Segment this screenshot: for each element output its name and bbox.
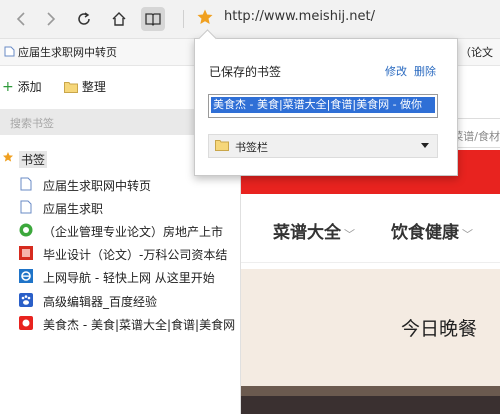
- site-nav-item[interactable]: 饮食健康 ﹀: [391, 218, 473, 243]
- bookmark-label: 应届生求职: [43, 202, 104, 216]
- bookmark-page-icon: [19, 177, 33, 191]
- favorite-star-icon[interactable]: [196, 8, 214, 26]
- reading-view-icon[interactable]: [141, 7, 165, 31]
- meishij-icon: [19, 316, 33, 330]
- toolbar-separator: [183, 10, 184, 28]
- edit-link[interactable]: 修改: [385, 63, 407, 79]
- bookmark-item[interactable]: 高级编辑器_百度经验: [0, 290, 240, 312]
- divider: [241, 262, 500, 263]
- bookmark-label: 美食杰 - 美食|菜谱大全|食谱|美食网: [43, 318, 235, 332]
- favorites-bar-item-label: （论文: [460, 46, 493, 59]
- organize-button[interactable]: 整理: [64, 78, 106, 96]
- bookmark-name-field[interactable]: 美食杰 - 美食|菜谱大全|食谱|美食网 - 做你: [208, 94, 438, 118]
- bookmark-item[interactable]: 应届生求职网中转页: [0, 174, 240, 196]
- site-nav-label: 菜谱大全: [273, 223, 341, 243]
- bookmark-item[interactable]: （企业管理专业论文）房地产上市: [0, 220, 240, 242]
- chevron-down-icon: [421, 143, 429, 148]
- bookmark-item[interactable]: 上网导航 - 轻快上网 从这里开始: [0, 266, 240, 288]
- bookmark-folder-label: 书签: [19, 151, 48, 168]
- bookmark-page-icon: [4, 46, 15, 57]
- site-nav-label: 饮食健康: [391, 223, 459, 243]
- bookmark-folder-select[interactable]: 书签栏: [208, 134, 438, 158]
- add-bookmark-button[interactable]: + 添加: [2, 78, 42, 95]
- green-site-icon: [19, 223, 33, 237]
- bookmark-label: （企业管理专业论文）房地产上市: [43, 225, 224, 239]
- bookmark-item[interactable]: 应届生求职: [0, 197, 240, 219]
- plus-icon: +: [2, 79, 14, 95]
- add-bookmark-label: 添加: [17, 80, 42, 94]
- bookmark-label: 高级编辑器_百度经验: [43, 295, 158, 309]
- organize-label: 整理: [81, 80, 106, 94]
- popup-title: 已保存的书签: [209, 65, 282, 79]
- forward-icon[interactable]: [38, 7, 62, 31]
- delete-link[interactable]: 删除: [414, 63, 436, 79]
- bookmark-label: 上网导航 - 轻快上网 从这里开始: [43, 271, 215, 285]
- site-image-strip: [241, 386, 500, 414]
- red-site-icon: [19, 246, 33, 260]
- folder-icon: [215, 139, 229, 151]
- bookmark-folder-value: 书签栏: [235, 141, 268, 154]
- ie-icon: [19, 269, 33, 283]
- favorites-bar-item[interactable]: （论文: [460, 44, 493, 60]
- bookmark-item[interactable]: 毕业设计（论文）-万科公司资本结: [0, 243, 240, 265]
- favorites-bar-item[interactable]: 应届生求职网中转页: [4, 44, 117, 60]
- refresh-icon[interactable]: [72, 7, 96, 31]
- bookmark-item[interactable]: 美食杰 - 美食|菜谱大全|食谱|美食网: [0, 313, 240, 335]
- site-search-hint: 菜谱/食材: [452, 130, 500, 143]
- back-icon[interactable]: [10, 7, 34, 31]
- site-nav-item[interactable]: 菜谱大全 ﹀: [273, 218, 355, 243]
- favorites-bar-item-label: 应届生求职网中转页: [18, 46, 117, 59]
- folder-icon: [64, 81, 78, 96]
- home-icon[interactable]: [107, 7, 131, 31]
- baidu-paw-icon: [19, 293, 33, 307]
- chevron-down-icon: ﹀: [344, 228, 355, 241]
- bookmark-label: 毕业设计（论文）-万科公司资本结: [43, 248, 228, 262]
- bookmark-label: 应届生求职网中转页: [43, 179, 152, 193]
- browser-toolbar: http://www.meishij.net/: [0, 0, 500, 39]
- star-icon: [2, 151, 14, 166]
- address-bar-url[interactable]: http://www.meishij.net/: [224, 9, 375, 24]
- chevron-down-icon: ﹀: [462, 228, 473, 241]
- site-banner-text: 今日晚餐: [401, 318, 478, 340]
- bookmark-page-icon: [19, 200, 33, 214]
- bookmark-name-value: 美食杰 - 美食|菜谱大全|食谱|美食网 - 做你: [211, 97, 435, 113]
- bookmark-saved-popup: 已保存的书签 修改 删除 美食杰 - 美食|菜谱大全|食谱|美食网 - 做你 书…: [194, 29, 458, 176]
